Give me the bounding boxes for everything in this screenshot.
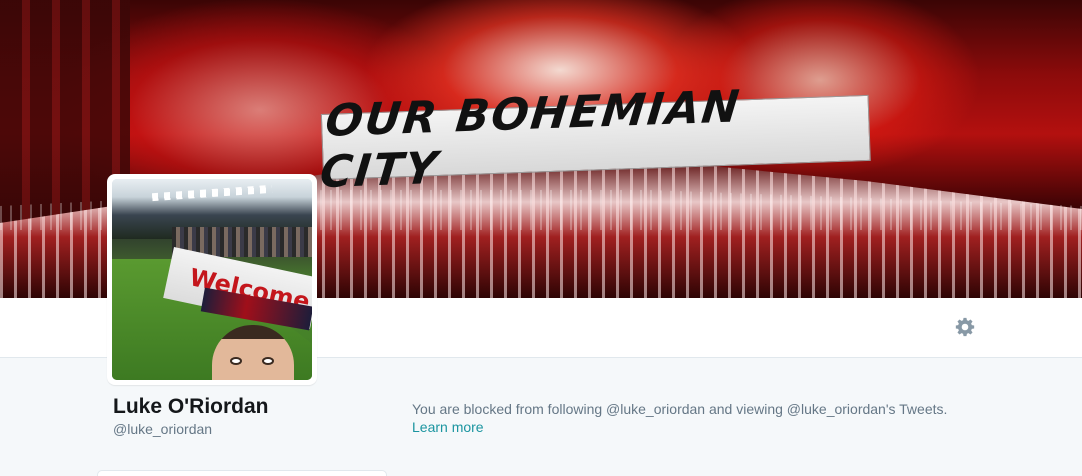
gear-icon[interactable] — [953, 315, 977, 339]
banner-flag-text: OUR BOHEMIAN CITY — [317, 81, 744, 199]
profile-handle[interactable]: @luke_oriordan — [113, 421, 212, 437]
banner-flag: OUR BOHEMIAN CITY — [318, 81, 871, 198]
blocked-notice: You are blocked from following @luke_ori… — [412, 401, 948, 417]
profile-page: OUR BOHEMIAN CITY Welcome Luke O'Riordan — [0, 0, 1082, 476]
avatar[interactable]: Welcome — [107, 174, 317, 385]
learn-more-link[interactable]: Learn more — [412, 419, 484, 435]
profile-name[interactable]: Luke O'Riordan — [113, 395, 269, 419]
avatar-photo: Welcome — [112, 179, 312, 380]
avatar-eye-right — [262, 357, 274, 365]
avatar-eye-left — [230, 357, 242, 365]
profile-card-edge — [97, 470, 387, 476]
